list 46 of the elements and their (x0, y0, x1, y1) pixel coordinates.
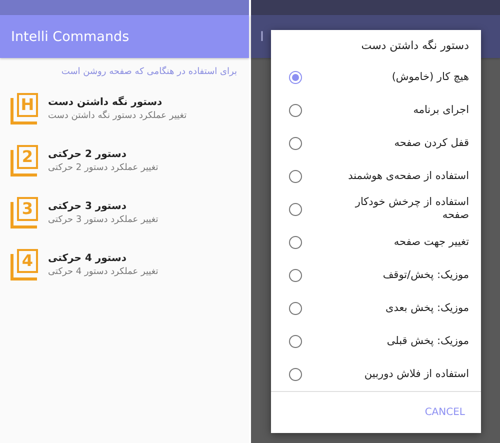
command-badge: 3 (17, 197, 38, 221)
hint-text: برای استفاده در هنگامی که صفحه روشن است (60, 65, 238, 79)
command-subtitle: تغییر عملکرد دستور 2 حرکتی (48, 163, 158, 173)
option-item[interactable]: قفل کردن صفحه (271, 126, 481, 160)
radio-button[interactable] (289, 170, 302, 183)
command-subtitle: تغییر عملکرد دستور 4 حرکتی (48, 267, 158, 277)
command-badge: H (17, 93, 38, 117)
option-label: موزیک: پخش بعدی (386, 302, 469, 315)
option-label: استفاده از صفحه‌ی هوشمند (348, 170, 469, 183)
option-item[interactable]: تغییر جهت صفحه (271, 226, 481, 259)
command-title: دستور 3 حرکتی (48, 201, 126, 212)
option-item[interactable]: استفاده از فلاش دوربین (271, 358, 481, 391)
option-label: موزیک: پخش قبلی (386, 334, 469, 348)
radio-button[interactable] (289, 302, 302, 315)
radio-button[interactable] (289, 268, 302, 282)
option-label: استفاده از چرخش خودکار صفحه (354, 196, 469, 223)
radio-button[interactable] (289, 70, 302, 84)
command-badge: 2 (17, 145, 38, 169)
command-title: دستور نگه داشتن دست (48, 97, 162, 108)
option-label: استفاده از فلاش دوربین (364, 368, 469, 381)
command-title: دستور 2 حرکتی (48, 149, 126, 160)
radio-button[interactable] (289, 136, 302, 150)
radio-button[interactable] (289, 202, 302, 216)
command-subtitle: تغییر عملکرد دستور نگه داشتن دست (48, 111, 187, 121)
option-item[interactable]: موزیک: پخش بعدی (271, 292, 481, 325)
option-label: قفل کردن صفحه (394, 136, 469, 150)
radio-button[interactable] (289, 334, 302, 348)
option-label: موزیک: پخش/توقف (382, 268, 469, 282)
command-title: دستور 4 حرکتی (48, 253, 126, 264)
option-item[interactable]: هیچ کار (خاموش) (271, 60, 481, 94)
radio-button[interactable] (289, 104, 302, 117)
option-label: تغییر جهت صفحه (394, 236, 469, 249)
radio-button[interactable] (289, 236, 302, 249)
option-item[interactable]: اجرای برنامه (271, 94, 481, 127)
option-item[interactable]: موزیک: پخش/توقف (271, 258, 481, 292)
command-subtitle: تغییر عملکرد دستور 3 حرکتی (48, 215, 158, 225)
option-label: هیچ کار (خاموش) (392, 70, 469, 84)
option-item[interactable]: موزیک: پخش قبلی (271, 324, 481, 358)
dialog-title: دستور نگه داشتن دست (360, 38, 470, 54)
command-badge: 4 (17, 249, 38, 273)
option-label: اجرای برنامه (413, 104, 469, 117)
option-item[interactable]: استفاده از چرخش خودکار صفحه (271, 192, 481, 226)
radio-button[interactable] (289, 368, 302, 381)
app-title: I (260, 28, 264, 44)
option-item[interactable]: استفاده از صفحه‌ی هوشمند (271, 160, 481, 193)
app-title: Intelli Commands (11, 28, 130, 44)
